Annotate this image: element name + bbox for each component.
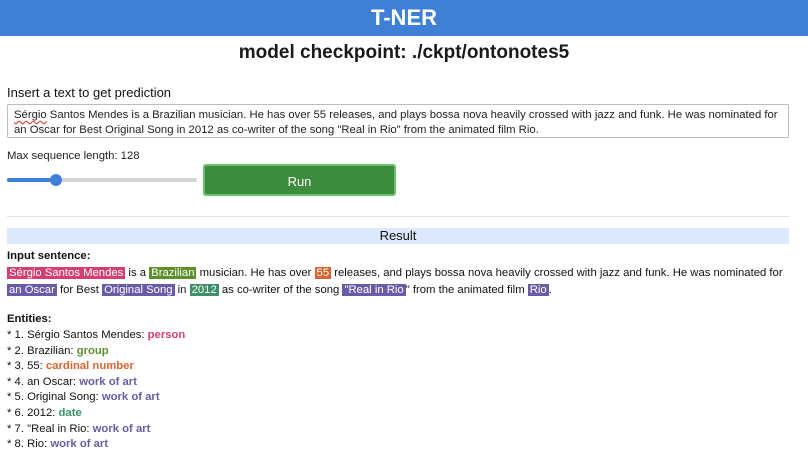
divider [7,216,789,217]
entity-type-label: work of art [101,391,160,404]
entity-highlight-workofart: Rio [527,284,549,296]
text-input[interactable]: Sérgio Santos Mendes is a Brazilian musi… [7,104,789,138]
entity-highlight-workofart: an Oscar [7,284,57,296]
entity-text: * 6. 2012: [7,406,59,419]
entity-item: * 5. Original Song: work of art [7,390,185,406]
entity-highlight-group: Brazilian [149,267,197,279]
sentence-text: as co-writer of the song [218,284,343,296]
entity-item: * 2. Brazilian: group [7,344,185,360]
app-title-bar: T-NER [0,0,808,36]
entity-item: * 4. an Oscar: work of art [7,375,185,391]
entities-label: Entities: [7,313,52,325]
entity-highlight-workofart: Original Song [102,284,175,296]
sentence-text: releases, and plays bossa nova heavily c… [331,267,783,279]
entity-item: * 8. Rio: work of art [7,437,185,453]
entity-type-label: work of art [92,422,151,435]
annotated-sentence: Sérgio Santos Mendes is a Brazilian musi… [7,265,797,299]
entity-highlight-date: 2012 [189,284,219,296]
entity-type-label: cardinal number [45,360,134,373]
sentence-text: in [174,284,190,296]
entity-type-label: group [76,344,109,357]
entity-text: * 1. Sérgio Santos Mendes: [7,329,148,341]
entity-text: * 3. 55: [7,360,46,373]
text-input-value: Santos Mendes is a Brazilian musician. H… [14,109,778,136]
entity-item: * 3. 55: cardinal number [7,359,185,375]
entity-highlight-person: Sérgio Santos Mendes [7,267,126,279]
entity-item: * 1. Sérgio Santos Mendes: person [7,328,185,344]
sentence-text: for Best [56,284,103,296]
input-sentence-label: Input sentence: [7,250,91,262]
sentence-text: . [548,284,552,296]
sentence-text: " from the animated film [405,284,528,296]
entity-item: * 7. "Real in Rio: work of art [7,422,185,438]
entity-text: * 4. an Oscar: [7,375,80,388]
entities-list: * 1. Sérgio Santos Mendes: person * 2. Br… [7,328,185,453]
result-header: Result [7,228,789,244]
entity-text: * 8. Rio: [7,438,51,451]
sentence-text: is a [125,267,150,279]
entity-item: * 6. 2012: date [7,406,185,422]
entity-text: * 2. Brazilian: [7,344,77,357]
input-prompt-label: Insert a text to get prediction [7,85,172,100]
checkpoint-title: model checkpoint: ./ckpt/ontonotes5 [238,42,570,63]
run-button[interactable]: Run [203,164,396,196]
entity-type-label: date [58,406,82,419]
app-title: T-NER [371,5,437,30]
entity-highlight-cardinal: 55 [314,267,332,279]
entity-type-label: work of art [50,438,109,451]
misspelled-word: Sérgio [14,109,47,121]
max-sequence-length-label: Max sequence length: 128 [7,150,140,162]
entity-type-label: person [147,329,186,341]
entity-text: * 5. Original Song: [7,391,102,404]
slider-fill [7,178,57,182]
max-sequence-length-slider[interactable] [7,174,197,186]
entity-type-label: work of art [79,375,137,388]
entity-highlight-workofart: "Real in Rio [342,284,406,296]
slider-thumb[interactable] [50,174,63,186]
sentence-text: musician. He has over [196,267,315,279]
entity-text: * 7. "Real in Rio: [7,422,93,435]
